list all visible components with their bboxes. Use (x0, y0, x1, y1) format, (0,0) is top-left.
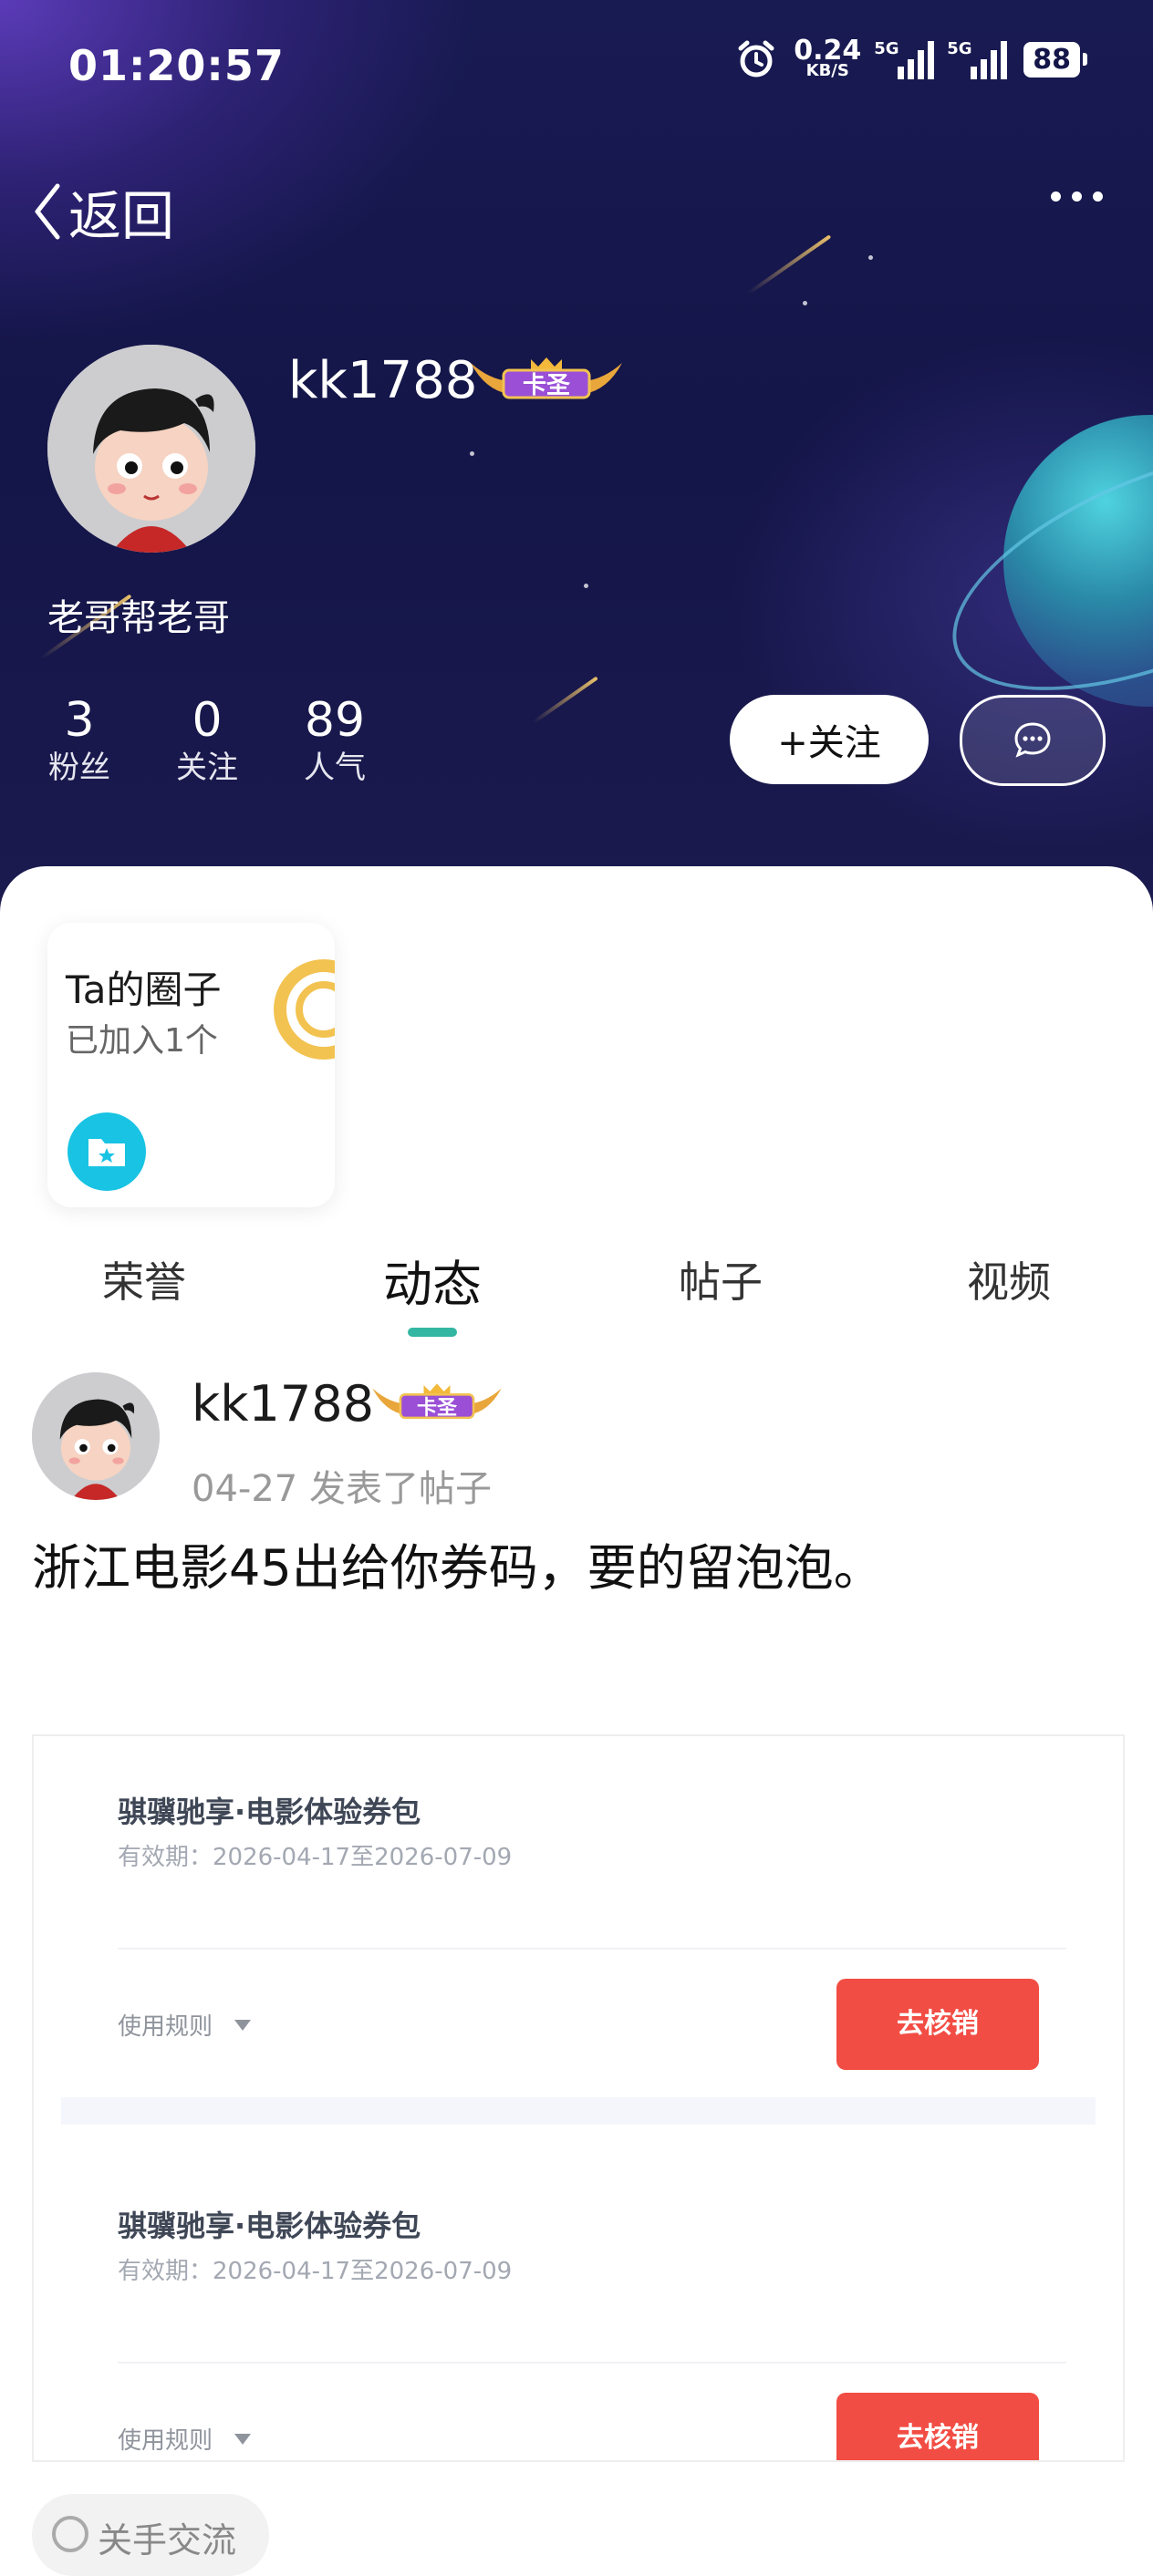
coupon-rules-label: 使用规则 (118, 2013, 213, 2041)
rank-badge: 卡圣 (467, 354, 626, 407)
post-rank-badge-text: 卡圣 (416, 1397, 457, 1420)
stat-label: 人气 (304, 750, 366, 786)
stat-value: 89 (304, 693, 366, 748)
message-button[interactable] (960, 695, 1106, 786)
coupon-title: 骐骥驰享·电影体验券包 (118, 2209, 421, 2243)
caret-down-icon (234, 2433, 252, 2445)
cartoon-boy-avatar-icon (32, 1372, 160, 1500)
star-dot (803, 301, 807, 305)
post-image[interactable]: 骐骥驰享·电影体验券包 有效期：2026-04-17至2026-07-09 使用… (32, 1734, 1125, 2462)
coupon-card: 骐骥驰享·电影体验券包 有效期：2026-04-17至2026-07-09 使用… (34, 2150, 1123, 2460)
status-time: 01:20:57 (68, 41, 285, 90)
more-dot-icon (1093, 191, 1103, 202)
signal-label: 5G (874, 39, 899, 58)
net-speed: 0.24 KB/S (794, 37, 861, 79)
stat-label: 粉丝 (48, 750, 110, 786)
redeem-button: 去核销 (836, 2393, 1039, 2460)
coupon-separator (61, 2097, 1096, 2125)
more-dot-icon (1051, 191, 1061, 202)
profile-username: kk1788 (288, 351, 478, 410)
signal-icon: 5G (947, 39, 1008, 79)
star-dot (470, 451, 474, 456)
stat-popularity: 89 人气 (301, 693, 369, 788)
redeem-button: 去核销 (836, 1979, 1039, 2070)
chat-bubble-icon (1014, 722, 1051, 758)
tab-bar: 荣誉 动态 帖子 视频 (0, 1249, 1153, 1340)
post-meta: 04-27 发表了帖子 (192, 1468, 492, 1510)
follow-button[interactable]: +关注 (730, 695, 929, 784)
tab-honor[interactable]: 荣誉 (102, 1249, 186, 1309)
battery-icon: 88 (1023, 41, 1087, 78)
cartoon-boy-avatar-icon (47, 345, 255, 553)
tab-activity[interactable]: 动态 (383, 1244, 482, 1316)
coupon-rules-label: 使用规则 (118, 2427, 213, 2455)
divider (118, 2362, 1066, 2364)
circle-card-subtitle: 已加入1个 (66, 1022, 218, 1060)
coupon-title: 骐骥驰享·电影体验券包 (118, 1795, 421, 1829)
post-text: 浙江电影45出给你券码，要的留泡泡。 (32, 1539, 883, 1597)
back-label: 返回 (68, 185, 175, 247)
tab-active-indicator (408, 1328, 457, 1337)
chevron-left-icon (35, 183, 60, 240)
profile-bio: 老哥帮老哥 (47, 597, 230, 639)
coupon-card: 骐骥驰享·电影体验券包 有效期：2026-04-17至2026-07-09 使用… (34, 1736, 1123, 2119)
post-author-avatar[interactable] (32, 1372, 160, 1500)
post-author-name[interactable]: kk1788 (192, 1375, 374, 1433)
signal-icon: 5G (874, 39, 935, 79)
tab-posts[interactable]: 帖子 (679, 1249, 763, 1309)
star-dot (868, 255, 873, 260)
circle-card-title: Ta的圈子 (66, 967, 222, 1012)
coupon-validity: 有效期：2026-04-17至2026-07-09 (118, 1844, 513, 1871)
post-rank-badge: 卡圣 (369, 1381, 505, 1426)
status-icons: 0.24 KB/S 5G 5G 88 (735, 37, 1087, 80)
meteor-streak (532, 676, 598, 724)
alarm-icon (738, 40, 774, 78)
back-button[interactable]: 返回 (32, 173, 174, 250)
stat-following[interactable]: 0 关注 (175, 693, 239, 788)
signal-label: 5G (947, 39, 972, 58)
coupon-validity: 有效期：2026-04-17至2026-07-09 (118, 2258, 513, 2285)
star-dot (584, 584, 588, 588)
folder-star-icon (68, 1112, 146, 1191)
avatar[interactable] (47, 345, 255, 553)
stat-label: 关注 (176, 750, 238, 786)
topic-icon (52, 2516, 88, 2552)
topic-chip-label: 关手交流 (98, 2520, 237, 2560)
more-dot-icon (1072, 191, 1082, 202)
rank-badge-text: 卡圣 (522, 372, 570, 399)
stat-value: 0 (192, 693, 223, 748)
more-menu-button[interactable] (1051, 191, 1103, 202)
divider (118, 1948, 1066, 1950)
topic-chip[interactable]: 关手交流 (32, 2494, 269, 2576)
meteor-streak (746, 234, 832, 295)
coupon-rules-toggle: 使用规则 (118, 2008, 252, 2042)
caret-down-icon (234, 2019, 252, 2031)
stat-value: 3 (64, 693, 95, 748)
circle-card[interactable]: Ta的圈子 已加入1个 (47, 923, 335, 1207)
coupon-rules-toggle: 使用规则 (118, 2422, 252, 2456)
profile-header: 01:20:57 0.24 KB/S 5G 5G 88 返回 kk1788 卡圣… (0, 0, 1153, 912)
tab-videos[interactable]: 视频 (967, 1249, 1051, 1309)
stat-fans[interactable]: 3 粉丝 (47, 693, 111, 788)
